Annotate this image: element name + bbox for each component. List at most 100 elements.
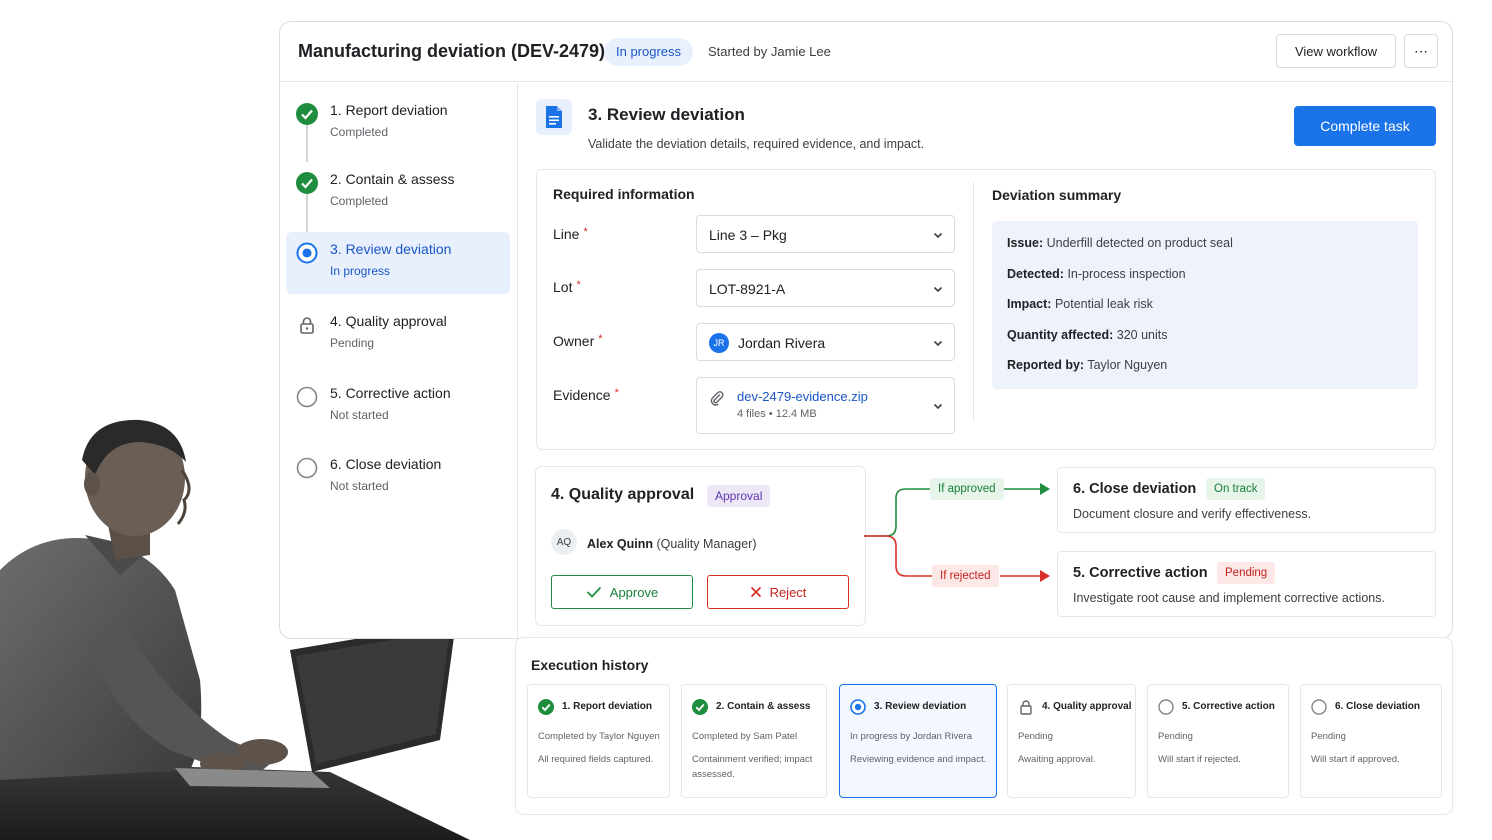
deviation-summary-box: Issue: Underfill detected on product sea… bbox=[992, 221, 1418, 389]
approval-badge: Approval bbox=[707, 485, 771, 507]
on-track-badge: On track bbox=[1206, 478, 1266, 500]
history-card-actor: Completed by Taylor Nguyen bbox=[538, 731, 660, 742]
line-select[interactable]: Line 3 – Pkg bbox=[696, 215, 955, 253]
empty-circle-icon bbox=[296, 386, 318, 408]
reject-button[interactable]: Reject bbox=[707, 575, 849, 609]
corrective-action-outcome-card[interactable]: 5. Corrective action Pending Investigate… bbox=[1057, 551, 1436, 617]
history-card-corrective-action[interactable]: 5. Corrective action Pending Will start … bbox=[1147, 684, 1289, 798]
radio-active-icon bbox=[850, 699, 866, 715]
view-workflow-button[interactable]: View workflow bbox=[1276, 34, 1396, 68]
close-deviation-outcome-card[interactable]: 6. Close deviation On track Document clo… bbox=[1057, 467, 1436, 533]
complete-task-button[interactable]: Complete task bbox=[1294, 106, 1436, 146]
execution-history-panel: Execution history 1. Report deviation Co… bbox=[515, 637, 1453, 815]
history-card-note: Awaiting approval. bbox=[1018, 754, 1096, 765]
empty-circle-icon bbox=[296, 457, 318, 479]
summary-row-quantity: Quantity affected: 320 units bbox=[1007, 327, 1168, 342]
lot-select[interactable]: LOT-8921-A bbox=[696, 269, 955, 307]
execution-history-heading: Execution history bbox=[531, 657, 649, 673]
history-card-actor: In progress by Jordan Rivera bbox=[850, 731, 972, 742]
reject-label: Reject bbox=[769, 584, 807, 600]
status-badge: In progress bbox=[604, 38, 694, 66]
step-status: Not started bbox=[330, 408, 389, 422]
step-status: Pending bbox=[330, 336, 375, 350]
owner-avatar: JR bbox=[709, 333, 729, 353]
check-circle-icon bbox=[692, 699, 708, 715]
history-card-actor: Pending bbox=[1018, 731, 1053, 742]
step-contain-assess[interactable]: 2. Contain & assess Completed bbox=[286, 162, 510, 224]
step-label: 4. Quality approval bbox=[330, 313, 447, 329]
summary-row-impact: Impact: Potential leak risk bbox=[1007, 297, 1153, 311]
step-label: 2. Contain & assess bbox=[330, 171, 455, 187]
summary-row-reported-by: Reported by: Taylor Nguyen bbox=[1007, 358, 1168, 372]
lock-icon bbox=[1020, 700, 1032, 715]
history-card-report-deviation[interactable]: 1. Report deviation Completed by Taylor … bbox=[527, 684, 670, 798]
if-rejected-label: If rejected bbox=[932, 565, 999, 587]
summary-row-detected: Detected: In-process inspection bbox=[1007, 266, 1186, 281]
history-card-title: 4. Quality approval bbox=[1042, 701, 1132, 712]
step-corrective-action[interactable]: 5. Corrective action Not started bbox=[286, 376, 510, 438]
history-card-contain-assess[interactable]: 2. Contain & assess Completed by Sam Pat… bbox=[681, 684, 827, 798]
owner-value: Jordan Rivera bbox=[738, 335, 826, 351]
history-card-note: Will start if rejected. bbox=[1158, 754, 1241, 765]
history-card-actor: Pending bbox=[1311, 731, 1346, 742]
step-quality-approval[interactable]: 4. Quality approval Pending bbox=[286, 304, 510, 366]
history-card-note: Will start if approved. bbox=[1311, 754, 1400, 765]
check-circle-icon bbox=[296, 172, 318, 194]
history-card-title: 5. Corrective action bbox=[1182, 701, 1275, 712]
approve-label: Approve bbox=[609, 584, 659, 600]
step-close-deviation[interactable]: 6. Close deviation Not started bbox=[286, 447, 510, 509]
history-card-actor: Pending bbox=[1158, 731, 1193, 742]
step-status: In progress bbox=[330, 264, 391, 278]
required-information-heading: Required information bbox=[553, 186, 695, 202]
line-label: Line * bbox=[553, 226, 588, 242]
step-label: 5. Corrective action bbox=[330, 385, 451, 401]
deviation-summary-heading: Deviation summary bbox=[992, 187, 1122, 203]
owner-select[interactable]: JR Jordan Rivera bbox=[696, 323, 955, 361]
step-status: Not started bbox=[330, 479, 389, 493]
history-card-title: 6. Close deviation bbox=[1335, 701, 1421, 712]
line-value: Line 3 – Pkg bbox=[709, 227, 787, 243]
empty-circle-icon bbox=[1311, 699, 1327, 715]
workflow-stepper: 1. Report deviation Completed 2. Contain… bbox=[280, 83, 518, 640]
history-card-quality-approval[interactable]: 4. Quality approval Pending Awaiting app… bbox=[1007, 684, 1136, 798]
paperclip-icon bbox=[710, 391, 724, 406]
history-card-close-deviation[interactable]: 6. Close deviation Pending Will start if… bbox=[1300, 684, 1442, 798]
pending-badge: Pending bbox=[1217, 562, 1276, 584]
step-report-deviation[interactable]: 1. Report deviation Completed bbox=[286, 93, 510, 155]
history-card-review-deviation[interactable]: 3. Review deviation In progress by Jorda… bbox=[839, 684, 997, 798]
task-description: Validate the deviation details, required… bbox=[588, 137, 925, 151]
quality-approval-title: 4. Quality approval bbox=[551, 486, 695, 503]
evidence-file-meta: 4 files • 12.4 MB bbox=[737, 408, 817, 420]
outcome-title: 6. Close deviation bbox=[1073, 481, 1197, 497]
outcome-description: Investigate root cause and implement cor… bbox=[1073, 591, 1385, 605]
step-review-deviation[interactable]: 3. Review deviation In progress bbox=[286, 232, 510, 294]
step-label: 3. Review deviation bbox=[330, 241, 452, 257]
summary-row-issue: Issue: Underfill detected on product sea… bbox=[1007, 236, 1233, 250]
history-card-note: Containment verified; impact assessed. bbox=[692, 754, 813, 780]
step-label: 1. Report deviation bbox=[330, 102, 448, 118]
panel-divider bbox=[973, 182, 974, 422]
top-bar: Manufacturing deviation (DEV-2479) In pr… bbox=[280, 22, 1452, 82]
check-circle-icon bbox=[296, 103, 318, 125]
quality-approval-card: 4. Quality approval Approval AQ Alex Qui… bbox=[535, 466, 866, 626]
approver-avatar: AQ bbox=[551, 529, 577, 555]
close-icon bbox=[750, 586, 761, 598]
more-icon: ⋯ bbox=[1414, 42, 1428, 59]
history-card-title: 2. Contain & assess bbox=[716, 701, 811, 712]
lot-value: LOT-8921-A bbox=[709, 281, 786, 297]
approve-button[interactable]: Approve bbox=[551, 575, 693, 609]
outcome-title: 5. Corrective action bbox=[1073, 565, 1208, 581]
radio-active-icon bbox=[296, 242, 318, 264]
history-card-title: 3. Review deviation bbox=[874, 701, 967, 712]
step-label: 6. Close deviation bbox=[330, 456, 442, 472]
step-status: Completed bbox=[330, 194, 389, 208]
document-icon bbox=[536, 99, 572, 135]
page-title: Manufacturing deviation (DEV-2479) bbox=[298, 41, 606, 61]
history-card-title: 1. Report deviation bbox=[562, 701, 653, 712]
check-icon bbox=[586, 586, 601, 598]
chevron-down-icon bbox=[933, 286, 943, 293]
more-options-button[interactable]: ⋯ bbox=[1404, 34, 1438, 68]
history-card-actor: Completed by Sam Patel bbox=[692, 731, 798, 742]
evidence-file-link[interactable]: dev-2479-evidence.zip bbox=[737, 389, 868, 404]
evidence-select[interactable]: dev-2479-evidence.zip 4 files • 12.4 MB bbox=[696, 377, 955, 434]
